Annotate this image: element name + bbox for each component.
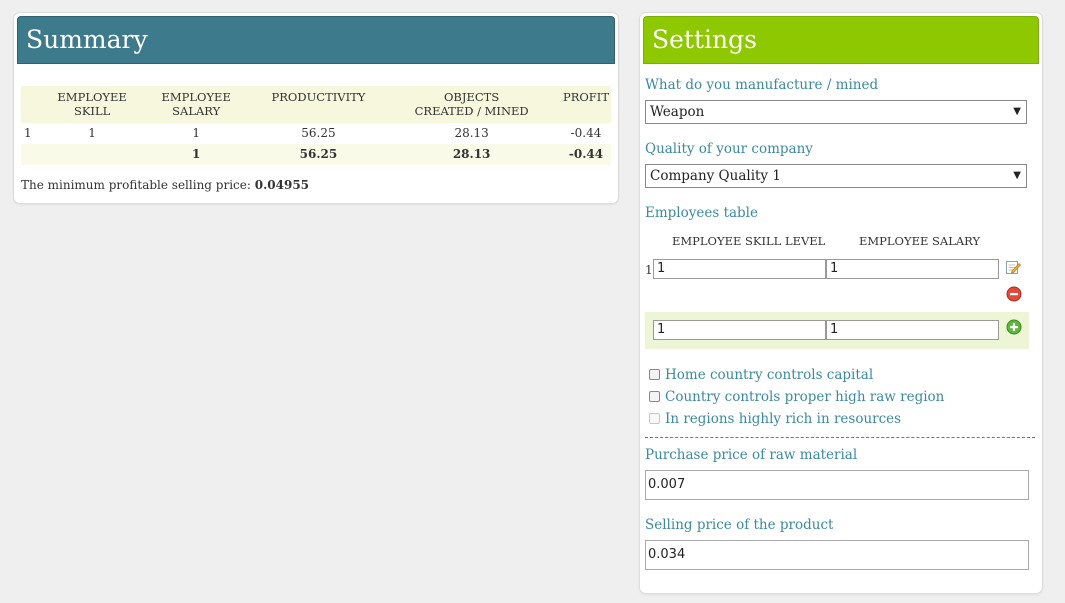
- high-raw-region-label[interactable]: Country controls proper high raw region: [665, 389, 944, 405]
- row-productivity: 56.25: [301, 126, 336, 140]
- new-employee-skill-input[interactable]: 1: [653, 320, 826, 340]
- total-num: [21, 144, 47, 165]
- manufacture-select[interactable]: Weapon ▼: [645, 100, 1027, 124]
- col-objects-line1: OBJECTS: [444, 90, 500, 104]
- row-profit: -0.44: [570, 126, 602, 140]
- row-salary: 1: [192, 126, 200, 140]
- total-profit: -0.44: [560, 144, 611, 165]
- quality-value: Company Quality 1: [650, 168, 781, 184]
- col-objects: OBJECTS CREATED / MINED: [382, 86, 561, 123]
- row-objects: 28.13: [454, 126, 489, 140]
- home-country-capital-label[interactable]: Home country controls capital: [665, 367, 873, 383]
- col-salary-line1: EMPLOYEE: [161, 90, 231, 104]
- employees-table-label: Employees table: [645, 205, 758, 221]
- manufacture-label: What do you manufacture / mined: [645, 77, 879, 93]
- col-employee-salary: EMPLOYEE SALARY: [859, 234, 981, 248]
- min-price-line: The minimum profitable selling price: 0.…: [21, 178, 309, 192]
- total-salary: 1: [137, 144, 255, 165]
- employee-skill-input[interactable]: 1: [653, 259, 826, 279]
- manufacture-value: Weapon: [650, 104, 705, 120]
- dropdown-arrow-icon: ▼: [1013, 170, 1021, 181]
- new-employee-salary-input[interactable]: 1: [826, 320, 999, 340]
- col-productivity: PRODUCTIVITY: [254, 86, 383, 123]
- quality-label: Quality of your company: [645, 141, 813, 157]
- summary-panel: Summary EMPLOYEE SKILL EMPLOYEE SALARY P…: [14, 13, 618, 203]
- row-num: 1: [24, 126, 32, 140]
- total-skill: [46, 144, 138, 165]
- section-divider: [645, 437, 1035, 438]
- col-skill-line2: SKILL: [73, 104, 111, 118]
- total-objects: 28.13: [382, 144, 561, 165]
- raw-price-input[interactable]: 0.007: [645, 470, 1029, 500]
- raw-price-label: Purchase price of raw material: [645, 447, 858, 463]
- employee-salary-input[interactable]: 1: [826, 259, 999, 279]
- summary-table: EMPLOYEE SKILL EMPLOYEE SALARY PRODUCTIV…: [21, 86, 611, 165]
- col-skill-line1: EMPLOYEE: [57, 90, 127, 104]
- settings-panel: Settings What do you manufacture / mined…: [640, 13, 1042, 593]
- quality-select[interactable]: Company Quality 1 ▼: [645, 164, 1027, 188]
- high-raw-region-checkbox[interactable]: [649, 391, 660, 402]
- summary-title: Summary: [17, 16, 615, 64]
- col-num: [21, 86, 47, 123]
- col-salary-line2: SALARY: [172, 104, 221, 118]
- col-employee-skill: EMPLOYEE SKILL: [46, 86, 138, 123]
- col-skill-level: EMPLOYEE SKILL LEVEL: [672, 234, 826, 248]
- sell-price-label: Selling price of the product: [645, 517, 834, 533]
- add-icon[interactable]: [1006, 319, 1022, 335]
- remove-icon[interactable]: [1006, 286, 1022, 302]
- total-row: 1 56.25 28.13 -0.44: [21, 144, 611, 165]
- total-productivity: 56.25: [254, 144, 383, 165]
- col-objects-line2: CREATED / MINED: [414, 104, 529, 118]
- edit-icon[interactable]: [1005, 259, 1021, 275]
- col-profit: PROFIT: [560, 86, 611, 123]
- min-price-value: 0.04955: [254, 178, 310, 192]
- rich-resources-checkbox[interactable]: [649, 413, 660, 424]
- employee-row-number: 1: [645, 263, 653, 277]
- rich-resources-label[interactable]: In regions highly rich in resources: [665, 411, 901, 427]
- min-price-label: The minimum profitable selling price:: [21, 178, 251, 192]
- table-row: 1 1 1 56.25 28.13 -0.44: [21, 123, 611, 144]
- col-employee-salary: EMPLOYEE SALARY: [137, 86, 255, 123]
- settings-title: Settings: [643, 16, 1039, 64]
- row-skill: 1: [88, 126, 96, 140]
- sell-price-input[interactable]: 0.034: [645, 540, 1029, 570]
- summary-table-header: EMPLOYEE SKILL EMPLOYEE SALARY PRODUCTIV…: [21, 86, 611, 123]
- home-country-capital-checkbox[interactable]: [649, 369, 660, 380]
- dropdown-arrow-icon: ▼: [1013, 106, 1021, 117]
